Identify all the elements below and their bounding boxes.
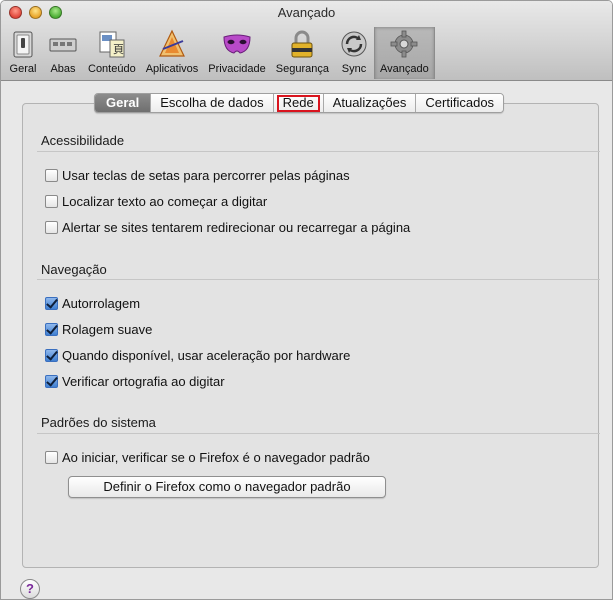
toolbar-item-aplicativos[interactable]: Aplicativos bbox=[141, 27, 204, 79]
checkbox[interactable] bbox=[45, 221, 58, 234]
switch-icon bbox=[13, 31, 33, 58]
svg-text:頁: 頁 bbox=[113, 43, 124, 56]
toolbar-label: Aplicativos bbox=[145, 63, 199, 75]
option-arrow-keys[interactable]: Usar teclas de setas para percorrer pela… bbox=[45, 168, 350, 183]
option-check-default-browser[interactable]: Ao iniciar, verificar se o Firefox é o n… bbox=[45, 450, 370, 465]
applications-icon bbox=[159, 29, 185, 57]
option-label: Autorrolagem bbox=[62, 296, 141, 311]
help-button[interactable]: ? bbox=[20, 579, 40, 599]
toolbar-item-abas[interactable]: Abas bbox=[43, 27, 83, 79]
sync-icon bbox=[341, 31, 367, 57]
option-hardware-acceleration[interactable]: Quando disponível, usar aceleração por h… bbox=[45, 348, 350, 363]
tab-atualizacoes[interactable]: Atualizações bbox=[322, 94, 416, 112]
section-divider bbox=[37, 433, 600, 434]
make-default-browser-button[interactable]: Definir o Firefox como o navegador padrã… bbox=[68, 476, 386, 498]
tabs-icon bbox=[49, 38, 77, 52]
checkbox[interactable] bbox=[45, 323, 58, 336]
section-divider bbox=[37, 151, 600, 152]
settings-tabs: Geral Escolha de dados Rede Atualizações… bbox=[94, 93, 505, 113]
toolbar-label: Abas bbox=[50, 63, 76, 75]
option-spellcheck[interactable]: Verificar ortografia ao digitar bbox=[45, 374, 225, 389]
toolbar-label: Sync bbox=[341, 63, 367, 75]
toolbar-item-privacidade[interactable]: Privacidade bbox=[203, 27, 270, 79]
checkbox[interactable] bbox=[45, 297, 58, 310]
section-title-accessibility: Acessibilidade bbox=[41, 133, 125, 148]
option-autoscroll[interactable]: Autorrolagem bbox=[45, 296, 140, 311]
toolbar-item-conteudo[interactable]: 頁 Conteúdo bbox=[83, 27, 141, 79]
checkbox[interactable] bbox=[45, 195, 58, 208]
option-label: Alertar se sites tentarem redirecionar o… bbox=[62, 220, 411, 235]
tab-certificados[interactable]: Certificados bbox=[415, 94, 504, 112]
option-smooth-scroll[interactable]: Rolagem suave bbox=[45, 322, 152, 337]
lock-icon bbox=[291, 30, 313, 58]
option-label: Quando disponível, usar aceleração por h… bbox=[62, 348, 351, 363]
toolbar-label: Geral bbox=[9, 63, 37, 75]
checkbox[interactable] bbox=[45, 451, 58, 464]
tab-rede[interactable]: Rede bbox=[272, 94, 323, 112]
preferences-window: Avançado Geral Abas 頁 Conteúdo Aplicativ… bbox=[0, 0, 613, 600]
content-icon: 頁 bbox=[99, 31, 125, 58]
toolbar-label: Avançado bbox=[380, 63, 429, 75]
toolbar-label: Privacidade bbox=[208, 63, 266, 75]
option-label: Localizar texto ao começar a digitar bbox=[62, 194, 268, 209]
section-title-system-defaults: Padrões do sistema bbox=[41, 415, 156, 430]
option-label: Usar teclas de setas para percorrer pela… bbox=[62, 168, 350, 183]
section-title-navigation: Navegação bbox=[41, 262, 107, 277]
toolbar-item-geral[interactable]: Geral bbox=[3, 27, 43, 79]
privacy-mask-icon bbox=[223, 34, 251, 54]
checkbox[interactable] bbox=[45, 349, 58, 362]
option-label: Ao iniciar, verificar se o Firefox é o n… bbox=[62, 450, 370, 465]
toolbar-item-seguranca[interactable]: Segurança bbox=[271, 27, 334, 79]
option-label: Verificar ortografia ao digitar bbox=[62, 374, 225, 389]
window-title: Avançado bbox=[277, 5, 336, 20]
tab-escolha-de-dados[interactable]: Escolha de dados bbox=[150, 94, 273, 112]
toolbar-item-avancado[interactable]: Avançado bbox=[374, 27, 435, 79]
gear-icon bbox=[390, 30, 418, 58]
option-warn-redirect[interactable]: Alertar se sites tentarem redirecionar o… bbox=[45, 220, 410, 235]
window-toolbar: Avançado Geral Abas 頁 Conteúdo Aplicativ… bbox=[1, 1, 612, 81]
checkbox[interactable] bbox=[45, 375, 58, 388]
preferences-toolbar: Geral Abas 頁 Conteúdo Aplicativos Privac… bbox=[3, 27, 435, 79]
toolbar-label: Segurança bbox=[275, 63, 329, 75]
option-label: Rolagem suave bbox=[62, 322, 153, 337]
checkbox[interactable] bbox=[45, 169, 58, 182]
option-find-as-you-type[interactable]: Localizar texto ao começar a digitar bbox=[45, 194, 267, 209]
tab-geral[interactable]: Geral bbox=[95, 94, 151, 112]
section-divider bbox=[37, 279, 600, 280]
toolbar-item-sync[interactable]: Sync bbox=[334, 27, 374, 79]
toolbar-label: Conteúdo bbox=[88, 63, 136, 75]
